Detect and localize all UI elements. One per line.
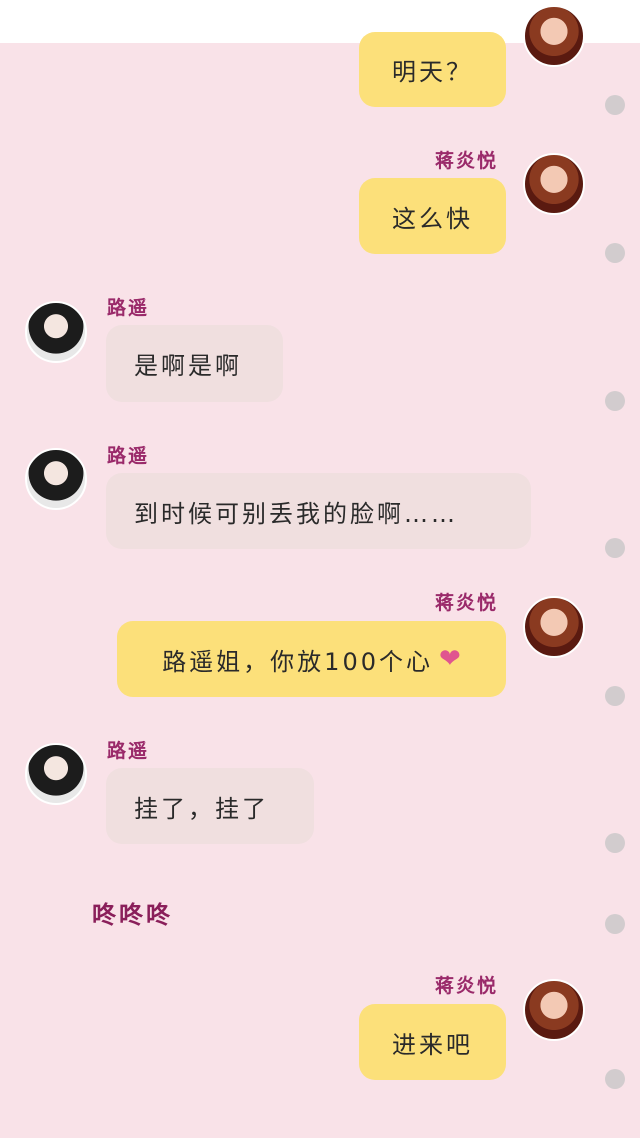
narration-text: 咚咚咚 bbox=[92, 901, 173, 929]
avatar-jiang-yanyue[interactable] bbox=[523, 153, 585, 215]
sender-name: 路遥 bbox=[107, 740, 150, 762]
message-text: 明天？ bbox=[392, 58, 473, 86]
circle-dot-icon[interactable] bbox=[605, 686, 625, 706]
avatar-lu-yao[interactable] bbox=[25, 301, 87, 363]
circle-dot-icon[interactable] bbox=[605, 1069, 625, 1089]
avatar-jiang-yanyue[interactable] bbox=[523, 596, 585, 658]
sender-name: 路遥 bbox=[107, 297, 150, 319]
message-text: 挂了，挂了 bbox=[134, 794, 269, 823]
message-text: 进来吧 bbox=[392, 1030, 473, 1059]
sender-name: 蒋炎悦 bbox=[435, 592, 499, 614]
sender-name: 路遥 bbox=[107, 445, 150, 467]
message-bubble-right: 明天？ bbox=[359, 32, 506, 107]
message-bubble-right: 路遥姐，你放100个心 ❤ bbox=[117, 621, 506, 697]
circle-dot-icon[interactable] bbox=[605, 914, 625, 934]
avatar-lu-yao[interactable] bbox=[25, 448, 87, 510]
circle-dot-icon[interactable] bbox=[605, 95, 625, 115]
message-text: 是啊是啊 bbox=[134, 352, 242, 380]
avatar-jiang-yanyue[interactable] bbox=[523, 979, 585, 1041]
heart-icon: ❤ bbox=[439, 644, 461, 674]
message-bubble-left: 是啊是啊 bbox=[106, 325, 283, 402]
message-bubble-right: 这么快 bbox=[359, 178, 506, 254]
message-bubble-left: 挂了，挂了 bbox=[106, 768, 314, 844]
circle-dot-icon[interactable] bbox=[605, 538, 625, 558]
circle-dot-icon[interactable] bbox=[605, 391, 625, 411]
avatar-jiang-yanyue[interactable] bbox=[523, 5, 585, 67]
avatar-lu-yao[interactable] bbox=[25, 743, 87, 805]
message-bubble-left: 到时候可别丢我的脸啊…… bbox=[106, 473, 531, 549]
message-text: 这么快 bbox=[392, 204, 473, 233]
message-text: 到时候可别丢我的脸啊…… bbox=[134, 499, 458, 528]
circle-dot-icon[interactable] bbox=[605, 243, 625, 263]
sender-name: 蒋炎悦 bbox=[435, 150, 499, 172]
circle-dot-icon[interactable] bbox=[605, 833, 625, 853]
message-text: 路遥姐，你放100个心 bbox=[162, 647, 433, 676]
sender-name: 蒋炎悦 bbox=[435, 975, 499, 997]
message-bubble-right: 进来吧 bbox=[359, 1004, 506, 1080]
